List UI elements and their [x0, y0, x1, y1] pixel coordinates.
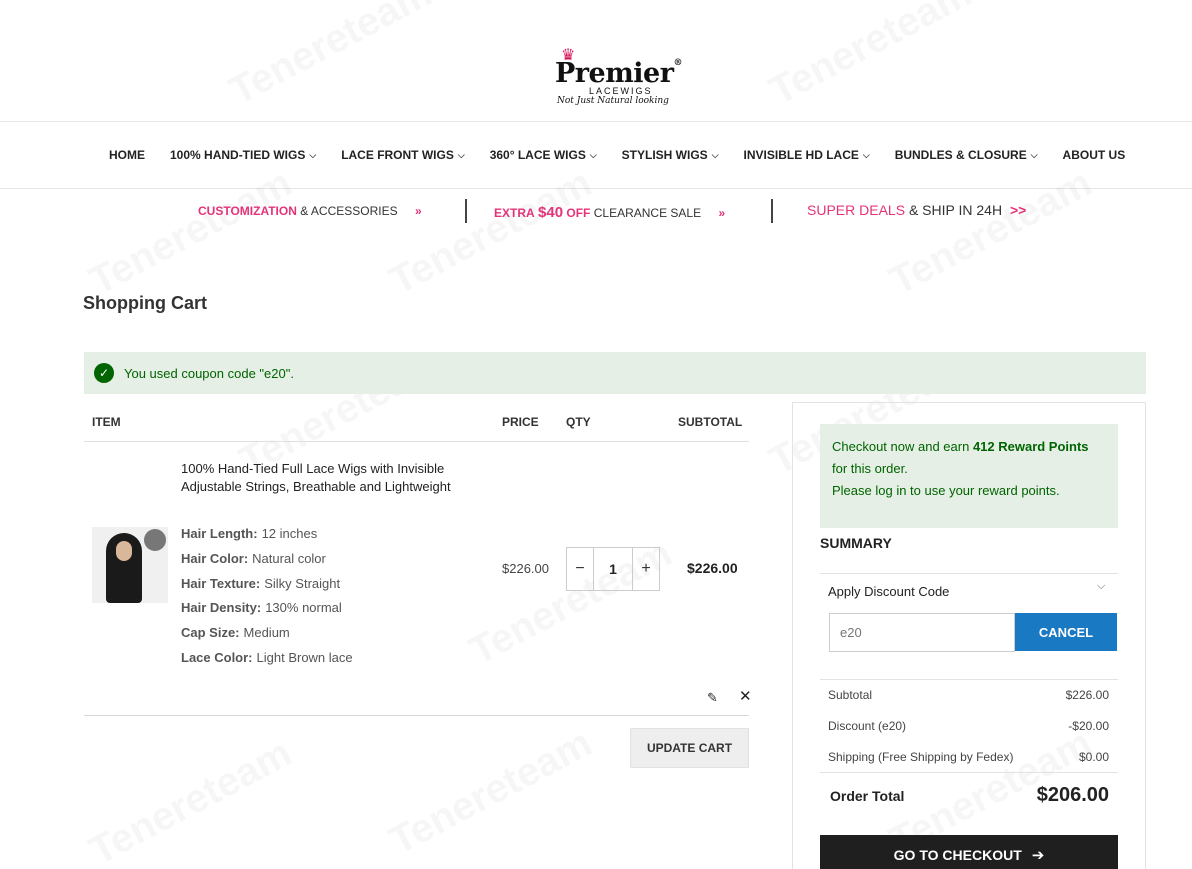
item-subtotal: $226.00 [687, 560, 738, 576]
promo-customization-link[interactable]: CUSTOMIZATION & ACCESSORIES » [198, 204, 422, 218]
discount-code-input[interactable] [829, 613, 1015, 652]
nav-home[interactable]: HOME [109, 148, 145, 162]
watermark: Tenereteam [82, 731, 299, 869]
nav-about-us[interactable]: ABOUT US [1063, 148, 1126, 162]
promo-super-deals-link[interactable]: SUPER DEALS & SHIP IN 24H >> [807, 202, 1026, 218]
divider [820, 573, 1118, 574]
order-total-label: Order Total [830, 788, 905, 804]
row-divider [84, 715, 749, 716]
qty-increase-button[interactable]: + [633, 548, 659, 590]
order-total: Order Total $206.00 [830, 784, 1109, 807]
nav-lace-front-wigs[interactable]: LACE FRONT WIGS ⌵ [341, 148, 465, 162]
message-text: You used coupon code "e20". [124, 365, 294, 381]
header-price: PRICE [502, 415, 539, 429]
order-total-value: $206.00 [1036, 784, 1109, 806]
header-subtotal: SUBTOTAL [678, 415, 743, 429]
brand-name: Premier [555, 58, 674, 89]
totals-row-shipping: Shipping (Free Shipping by Fedex) $0.00 [828, 750, 1109, 764]
brand-logo[interactable]: ♛ Premier® LACEWIGS Not Just Natural loo… [553, 48, 683, 110]
divider [820, 772, 1118, 773]
go-to-checkout-button[interactable]: GO TO CHECKOUT ➔ [820, 835, 1118, 869]
main-nav: HOME 100% HAND-TIED WIGS ⌵ LACE FRONT WIG… [0, 122, 1192, 189]
chevron-down-icon: ⌵ [309, 149, 317, 160]
product-name-link[interactable]: 100% Hand-Tied Full Lace Wigs with Invis… [181, 460, 471, 496]
check-circle-icon: ✓ [94, 363, 114, 383]
promo-clearance-link[interactable]: EXTRA $40 OFF CLEARANCE SALE » [494, 204, 725, 221]
coupon-success-message: ✓ You used coupon code "e20". [84, 352, 1146, 394]
reward-points: 412 Reward Points [972, 439, 1089, 454]
header-qty: QTY [566, 415, 591, 429]
divider [820, 679, 1118, 680]
chevron-down-icon: ⌵ [711, 149, 719, 160]
summary-title: SUMMARY [820, 535, 892, 551]
nav-360-lace-wigs[interactable]: 360° LACE WIGS ⌵ [490, 148, 597, 162]
cart-table-header: ITEM PRICE QTY SUBTOTAL [84, 402, 749, 442]
promo-divider [771, 199, 773, 223]
product-options: Hair Length: 12 inches Hair Color: Natural… [181, 522, 353, 671]
brand-tagline: Not Just Natural looking [557, 96, 669, 106]
option-row: Hair Length: 12 inches [181, 526, 318, 541]
update-cart-button[interactable]: UPDATE CART [630, 728, 749, 768]
chevron-down-icon: ⌵ [589, 149, 597, 160]
header-item: ITEM [92, 415, 121, 429]
product-thumbnail[interactable] [92, 527, 168, 603]
item-price: $226.00 [502, 561, 549, 576]
edit-icon[interactable]: ✎ [707, 690, 718, 706]
nav-invisible-hd-lace[interactable]: INVISIBLE HD LACE ⌵ [744, 148, 870, 162]
option-row: Lace Color: Light Brown lace [181, 649, 353, 665]
remove-icon[interactable]: ✕ [739, 687, 752, 705]
chevron-down-icon: ⌵ [862, 149, 870, 160]
chevron-down-icon[interactable]: ⌵ [1097, 580, 1105, 593]
nav-stylish-wigs[interactable]: STYLISH WIGS ⌵ [622, 148, 719, 162]
chevron-down-icon: ⌵ [1030, 149, 1038, 160]
chevron-down-icon: ⌵ [457, 149, 465, 160]
totals-row-subtotal: Subtotal $226.00 [828, 688, 1109, 702]
totals-row-discount: Discount (e20) -$20.00 [828, 719, 1109, 733]
nav-hand-tied-wigs[interactable]: 100% HAND-TIED WIGS ⌵ [170, 148, 316, 162]
site-header: ♛ Premier® LACEWIGS Not Just Natural loo… [0, 0, 1192, 122]
discount-code-toggle[interactable]: Apply Discount Code [828, 584, 949, 599]
option-row: Hair Density: 130% normal [181, 600, 342, 616]
watermark: Tenereteam [382, 721, 599, 865]
reward-points-message: Checkout now and earn 412 Reward Points … [820, 424, 1118, 528]
reward-login-link[interactable]: Please log in to use your reward points. [832, 480, 1106, 502]
qty-decrease-button[interactable]: − [567, 548, 593, 590]
option-row: Hair Texture: Silky Straight [181, 575, 341, 591]
promo-divider [465, 199, 467, 223]
option-row: Cap Size: Medium [181, 625, 290, 641]
arrow-right-icon: ➔ [1031, 847, 1045, 864]
quantity-stepper: − 1 + [566, 547, 660, 591]
qty-input[interactable]: 1 [593, 548, 633, 590]
option-row: Hair Color: Natural color [181, 550, 326, 566]
promo-banner: CUSTOMIZATION & ACCESSORIES » EXTRA $40 … [0, 189, 1192, 235]
nav-bundles-closure[interactable]: BUNDLES & CLOSURE ⌵ [895, 148, 1038, 162]
cancel-coupon-button[interactable]: CANCEL [1015, 613, 1117, 651]
page-title: Shopping Cart [83, 293, 207, 313]
brand-sub: LACEWIGS [589, 86, 653, 96]
